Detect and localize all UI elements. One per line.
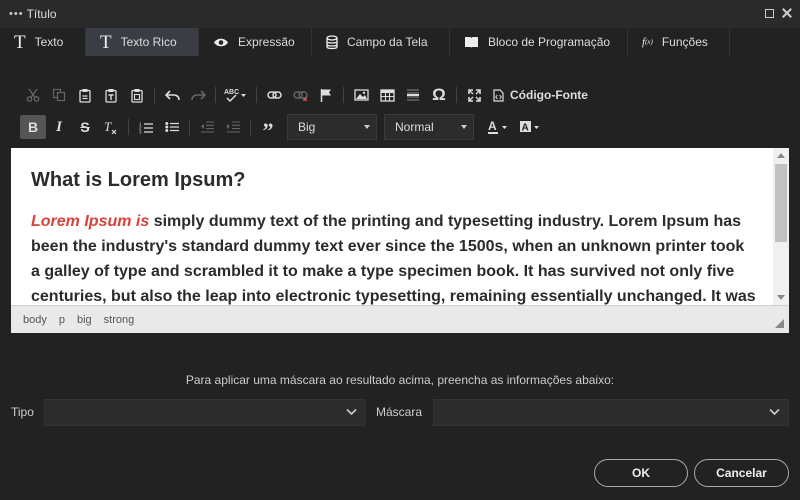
bold-button[interactable]: B (20, 115, 46, 139)
resize-grip-icon[interactable] (775, 319, 784, 328)
tab-campo-da-tela[interactable]: Campo da Tela (312, 28, 450, 56)
redo-icon[interactable] (185, 84, 211, 106)
format-dropdown-value: Normal (395, 120, 434, 134)
indent-icon[interactable] (220, 116, 246, 138)
paste-word-icon[interactable] (124, 84, 150, 106)
link-icon[interactable] (261, 84, 287, 106)
chevron-down-icon (364, 125, 370, 129)
tab-bloco-de-programacao[interactable]: Bloco de Programação (450, 28, 628, 56)
tab-texto-rico[interactable]: T Texto Rico (86, 28, 199, 56)
unlink-icon[interactable] (287, 84, 313, 106)
database-icon (326, 34, 338, 50)
eye-icon (213, 37, 229, 48)
tab-label: Campo da Tela (347, 35, 428, 49)
chevron-down-icon (346, 408, 357, 416)
remove-format-icon[interactable]: T (98, 116, 124, 138)
source-code-button[interactable]: Código-Fonte (493, 88, 588, 102)
element-path-bar: body p big strong (11, 305, 789, 333)
toolbar-row-2: B I S T 123 ” Big Normal A A (20, 114, 546, 142)
tab-funcoes[interactable]: f (x) Funções (628, 28, 730, 56)
svg-text:ABC: ABC (224, 89, 239, 96)
anchor-flag-icon[interactable] (313, 84, 339, 106)
toolbar-separator (456, 87, 457, 103)
tab-label: Texto Rico (120, 35, 177, 49)
path-crumb-strong[interactable]: strong (104, 314, 135, 326)
editor-paragraph: Lorem Ipsum is simply dummy text of the … (31, 209, 756, 305)
bulleted-list-icon[interactable] (159, 116, 185, 138)
tab-expressao[interactable]: Expressão (199, 28, 312, 56)
tipo-select[interactable] (44, 399, 366, 426)
numbered-list-icon[interactable]: 123 (133, 116, 159, 138)
path-crumb-big[interactable]: big (77, 314, 92, 326)
strikethrough-button[interactable]: S (72, 116, 98, 138)
book-icon (464, 36, 479, 48)
title-bar: ••• Título (0, 0, 800, 28)
horizontal-rule-icon[interactable] (400, 84, 426, 106)
toolbar-separator (154, 87, 155, 103)
text-t-icon: T (100, 31, 112, 53)
svg-text:3: 3 (139, 129, 142, 134)
ok-button[interactable]: OK (594, 459, 688, 487)
format-dropdown[interactable]: Normal (384, 114, 474, 140)
cancel-button[interactable]: Cancelar (694, 459, 789, 487)
outdent-icon[interactable] (194, 116, 220, 138)
copy-icon[interactable] (46, 84, 72, 106)
toolbar-separator (250, 119, 251, 135)
toolbar-separator (215, 87, 216, 103)
special-char-omega-icon[interactable]: Ω (426, 84, 452, 106)
editor-lead-text: Lorem Ipsum is (31, 213, 150, 230)
source-code-icon (493, 88, 504, 102)
toolbar-row-1: ABC Ω Código-Fonte (20, 84, 588, 106)
tab-bar: T Texto T Texto Rico Expressão Campo da … (0, 28, 800, 56)
menu-dots-icon[interactable]: ••• (9, 0, 24, 28)
mascara-select[interactable] (433, 399, 789, 426)
background-color-icon[interactable]: A (514, 116, 546, 138)
window-title: Título (26, 7, 57, 21)
paste-text-icon[interactable] (98, 84, 124, 106)
tipo-label: Tipo (11, 405, 34, 419)
mascara-label: Máscara (376, 405, 423, 419)
toolbar-separator (256, 87, 257, 103)
scrollbar-thumb[interactable] (775, 164, 787, 242)
spellcheck-icon[interactable]: ABC (220, 84, 252, 106)
text-t-icon: T (14, 31, 26, 53)
toolbar-separator (343, 87, 344, 103)
maximize-editor-icon[interactable] (461, 84, 487, 106)
rich-text-editor[interactable]: What is Lorem Ipsum? Lorem Ipsum is simp… (11, 148, 789, 305)
svg-text:T: T (104, 120, 112, 134)
style-dropdown-value: Big (298, 120, 316, 134)
toolbar-separator (189, 119, 190, 135)
tab-label: Expressão (238, 35, 295, 49)
chevron-down-icon (461, 125, 467, 129)
maximize-icon[interactable] (765, 9, 774, 18)
tab-label: Funções (661, 35, 708, 49)
source-code-label: Código-Fonte (510, 88, 588, 102)
image-icon[interactable] (348, 84, 374, 106)
blockquote-icon[interactable]: ” (255, 116, 281, 142)
tab-texto[interactable]: T Texto (0, 28, 86, 56)
chevron-down-icon (769, 408, 780, 416)
scroll-up-arrow-icon[interactable] (777, 153, 785, 158)
svg-text:A: A (488, 119, 497, 133)
editor-content[interactable]: What is Lorem Ipsum? Lorem Ipsum is simp… (31, 168, 756, 305)
undo-icon[interactable] (159, 84, 185, 106)
text-color-icon[interactable]: A (482, 116, 514, 138)
toolbar-separator (128, 119, 129, 135)
tab-label: Bloco de Programação (488, 35, 611, 49)
tab-label: Texto (34, 35, 64, 49)
svg-text:A: A (522, 123, 529, 134)
cut-icon[interactable] (20, 84, 46, 106)
paste-icon[interactable] (72, 84, 98, 106)
path-crumb-p[interactable]: p (59, 314, 65, 326)
path-crumb-body[interactable]: body (23, 314, 47, 326)
function-icon: f (x) (642, 36, 653, 48)
table-icon[interactable] (374, 84, 400, 106)
editor-scrollbar[interactable] (773, 148, 789, 305)
scroll-down-arrow-icon[interactable] (777, 295, 785, 300)
mask-instructions: Para aplicar uma máscara ao resultado ac… (185, 373, 615, 387)
editor-heading: What is Lorem Ipsum? (31, 169, 246, 191)
close-icon[interactable] (782, 8, 792, 18)
style-dropdown[interactable]: Big (287, 114, 377, 140)
italic-button[interactable]: I (46, 116, 72, 138)
